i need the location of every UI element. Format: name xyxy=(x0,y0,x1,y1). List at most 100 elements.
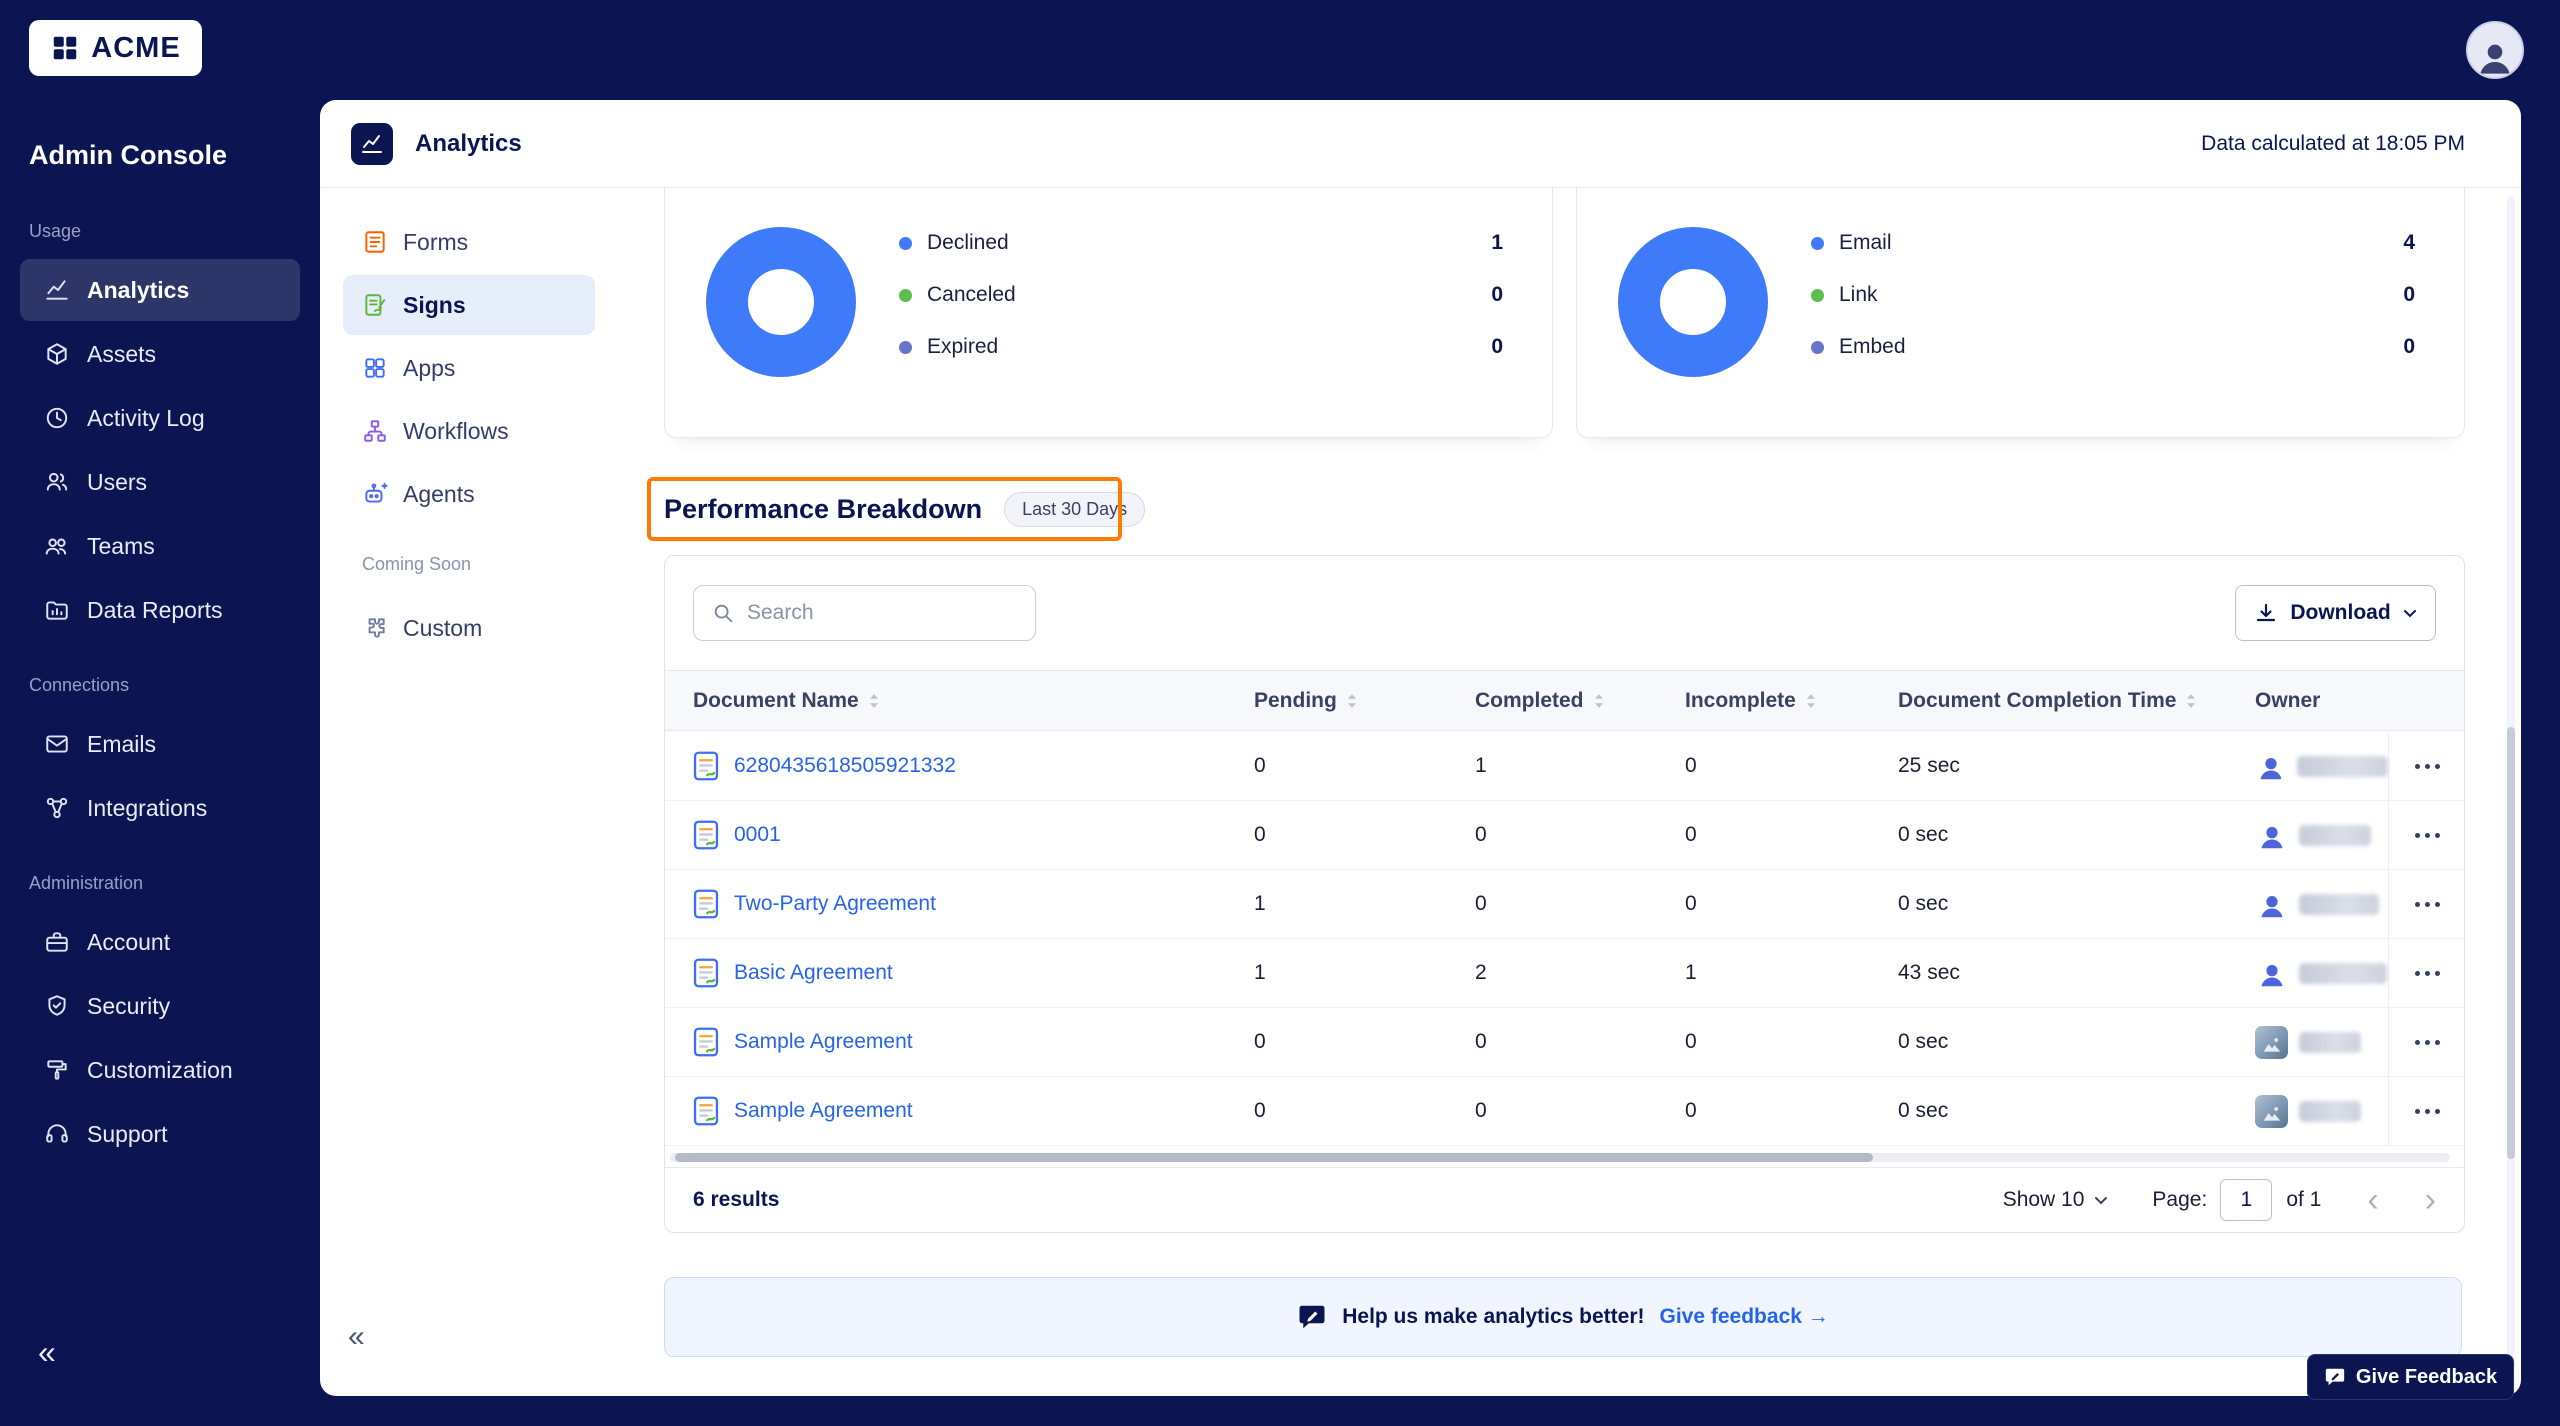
completion-time-value: 43 sec xyxy=(1898,961,1960,984)
column-header-owner[interactable]: Owner xyxy=(2255,689,2388,713)
document-link[interactable]: Two-Party Agreement xyxy=(734,892,936,916)
subnav-collapse-button[interactable]: « xyxy=(348,1322,365,1352)
redacted-owner-name xyxy=(2299,962,2387,984)
subnav-item-forms[interactable]: Forms xyxy=(343,212,595,272)
search-input-wrapper[interactable] xyxy=(693,585,1036,641)
document-link[interactable]: 6280435618505921332 xyxy=(734,754,956,778)
document-link[interactable]: Sample Agreement xyxy=(734,1099,913,1123)
search-input[interactable] xyxy=(747,601,987,625)
sidebar-item-data-reports[interactable]: Data Reports xyxy=(20,579,300,641)
sidebar-item-account[interactable]: Account xyxy=(20,911,300,973)
channel-donut-chart xyxy=(1618,227,1768,377)
sidebar-item-activity-log[interactable]: Activity Log xyxy=(20,387,300,449)
row-actions-menu[interactable] xyxy=(2388,732,2466,800)
redacted-owner-name xyxy=(2299,824,2371,846)
subnav-item-apps[interactable]: Apps xyxy=(343,338,595,398)
sidebar-item-emails[interactable]: Emails xyxy=(20,713,300,775)
row-actions-menu[interactable] xyxy=(2388,1077,2466,1145)
legend-label: Embed xyxy=(1839,335,1906,358)
subnav-item-agents[interactable]: Agents xyxy=(343,464,595,524)
page-total-label: of 1 xyxy=(2286,1188,2322,1211)
sidebar-item-label: Customization xyxy=(87,1056,233,1083)
subnav-item-workflows[interactable]: Workflows xyxy=(343,401,595,461)
workflow-icon xyxy=(362,418,388,444)
column-header-document-name[interactable]: Document Name xyxy=(665,689,1254,713)
row-actions-menu[interactable] xyxy=(2388,1008,2466,1076)
page-title: Analytics xyxy=(415,129,522,157)
legend-value: 0 xyxy=(2403,335,2415,358)
performance-table-card: Download Document Name Pending Completed… xyxy=(664,555,2465,1233)
completed-value: 2 xyxy=(1475,961,1487,984)
column-label: Owner xyxy=(2255,688,2321,712)
sidebar-item-security[interactable]: Security xyxy=(20,975,300,1037)
brand-logo[interactable]: ACME xyxy=(29,20,202,76)
redacted-owner-name xyxy=(2299,1100,2361,1122)
give-feedback-link[interactable]: Give feedback → xyxy=(1660,1305,1829,1329)
analytics-header-icon xyxy=(351,122,393,165)
row-actions-menu[interactable] xyxy=(2388,870,2466,938)
sidebar-item-integrations[interactable]: Integrations xyxy=(20,777,300,839)
sort-icon xyxy=(2187,693,2196,708)
owner-cell xyxy=(2255,1025,2388,1059)
subnav-item-custom[interactable]: Custom xyxy=(343,598,595,658)
show-per-page-label: Show 10 xyxy=(2002,1188,2085,1211)
owner-avatar-icon xyxy=(2255,750,2286,783)
document-link[interactable]: Basic Agreement xyxy=(734,961,893,985)
sidebar-item-customization[interactable]: Customization xyxy=(20,1039,300,1101)
sidebar-item-analytics[interactable]: Analytics xyxy=(20,259,300,321)
sidebar-item-users[interactable]: Users xyxy=(20,451,300,513)
channel-legend: Email 4 Link 0 Embed 0 xyxy=(1811,231,2415,358)
next-page-button[interactable]: › xyxy=(2425,1183,2436,1217)
document-link[interactable]: 0001 xyxy=(734,823,781,847)
download-button[interactable]: Download xyxy=(2235,585,2436,641)
owner-cell xyxy=(2255,888,2388,921)
previous-page-button[interactable]: ‹ xyxy=(2367,1183,2378,1217)
person-icon xyxy=(2480,44,2510,74)
owner-cell xyxy=(2255,957,2388,990)
pending-value: 0 xyxy=(1254,754,1266,777)
give-feedback-button[interactable]: Give Feedback xyxy=(2307,1354,2514,1400)
cube-icon xyxy=(44,341,70,367)
user-avatar[interactable] xyxy=(2466,21,2524,79)
users-icon xyxy=(44,469,70,495)
show-per-page-select[interactable]: Show 10 xyxy=(2003,1188,2109,1212)
legend-row: Declined 1 xyxy=(899,231,1503,254)
document-link[interactable]: Sample Agreement xyxy=(734,1030,913,1054)
column-header-completed[interactable]: Completed xyxy=(1475,689,1685,713)
redacted-owner-name xyxy=(2299,1031,2361,1053)
legend-label: Link xyxy=(1839,283,1878,306)
column-label: Document Completion Time xyxy=(1898,688,2177,712)
subnav-item-signs[interactable]: Signs xyxy=(343,275,595,335)
column-header-incomplete[interactable]: Incomplete xyxy=(1685,689,1898,713)
sidebar-item-label: Users xyxy=(87,468,148,495)
search-icon xyxy=(714,604,733,623)
pending-value: 0 xyxy=(1254,823,1266,846)
pending-value: 1 xyxy=(1254,961,1266,984)
column-header-completion-time[interactable]: Document Completion Time xyxy=(1898,689,2255,713)
completed-value: 1 xyxy=(1475,754,1487,777)
sidebar-item-support[interactable]: Support xyxy=(20,1103,300,1165)
sidebar-collapse-button[interactable]: « xyxy=(38,1336,56,1368)
row-actions-menu[interactable] xyxy=(2388,939,2466,1007)
sort-icon xyxy=(869,693,878,708)
chevron-down-icon xyxy=(2095,1196,2108,1204)
column-header-pending[interactable]: Pending xyxy=(1254,689,1475,713)
column-label: Document Name xyxy=(693,688,859,712)
incomplete-value: 0 xyxy=(1685,892,1697,915)
briefcase-icon xyxy=(44,929,70,955)
sidebar-item-label: Emails xyxy=(87,730,157,757)
legend-label: Canceled xyxy=(927,283,1016,306)
download-icon xyxy=(2257,603,2276,622)
sidebar-item-assets[interactable]: Assets xyxy=(20,323,300,385)
page-number-input[interactable] xyxy=(2220,1179,2273,1221)
legend-row: Email 4 xyxy=(1811,231,2415,254)
owner-avatar-icon xyxy=(2255,888,2288,921)
table-toolbar: Download xyxy=(693,585,2436,641)
sidebar-item-teams[interactable]: Teams xyxy=(20,515,300,577)
puzzle-icon xyxy=(362,615,388,641)
vertical-scrollbar-thumb[interactable] xyxy=(2507,727,2515,1159)
row-actions-menu[interactable] xyxy=(2388,801,2466,869)
horizontal-scrollbar-thumb[interactable] xyxy=(675,1153,1873,1162)
clock-icon xyxy=(44,405,70,431)
teams-icon xyxy=(44,533,70,559)
